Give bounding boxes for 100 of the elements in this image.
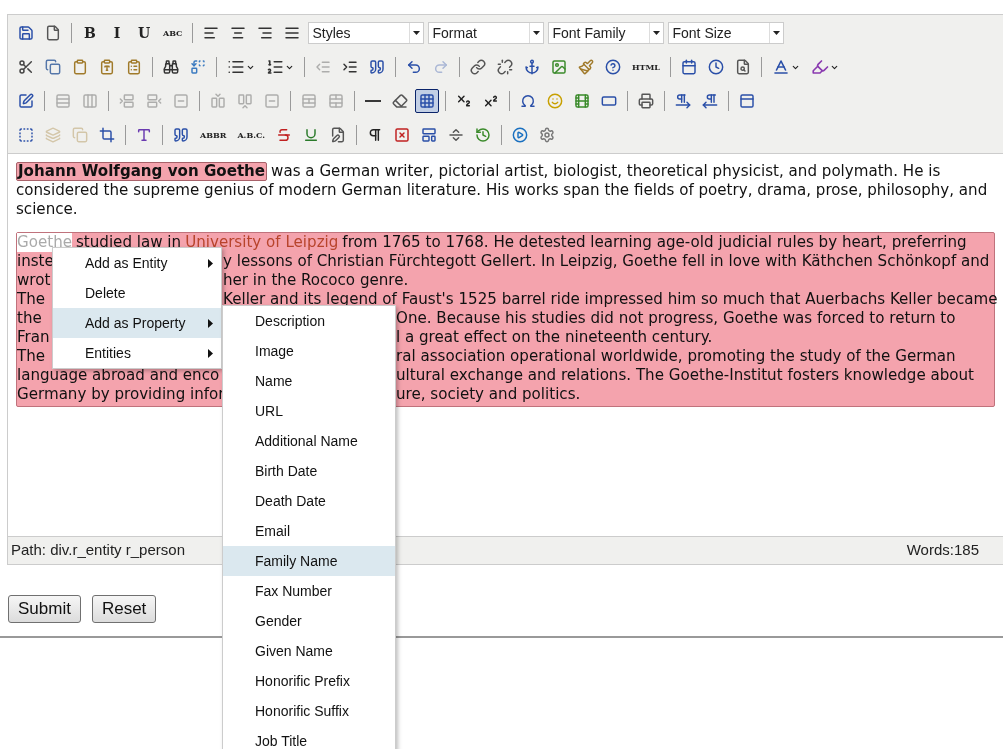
paragraph-text: was a German writer, pictorial artist, biologist, theoretical physicist, and polymath. He is — [271, 162, 941, 181]
format-button[interactable]: HTML — [628, 55, 664, 79]
paragraph-text: The — [17, 347, 46, 365]
preview-icon — [735, 58, 751, 76]
paragraph-text: l a great effect on the nineteenth century. — [396, 328, 713, 347]
menu-item[interactable]: Gender — [223, 606, 395, 636]
eraser-icon — [392, 92, 408, 110]
undo-icon — [406, 58, 422, 76]
paragraph-text: Fran — [17, 328, 50, 346]
clock-icon — [708, 58, 724, 76]
menu-item[interactable]: Name — [223, 366, 395, 396]
smiley-icon — [547, 92, 563, 110]
format-button[interactable]: I — [105, 21, 129, 45]
dropdown-select[interactable]: Format — [428, 22, 545, 44]
merge-cells-icon — [328, 92, 344, 110]
page-break-icon — [447, 126, 464, 144]
link-icon — [470, 58, 486, 76]
delete-column-icon — [264, 92, 280, 110]
insert-column-after-icon — [237, 92, 253, 110]
numbered-list-icon — [266, 58, 284, 76]
image-icon — [551, 58, 567, 76]
table-cell-icon — [82, 92, 98, 110]
submenu-arrow-icon — [208, 258, 213, 268]
menu-item[interactable]: Add as Property — [53, 308, 221, 338]
path-text: Path: div.r_entity r_person — [11, 540, 185, 561]
gear-icon — [538, 126, 555, 144]
delete-row-icon — [173, 92, 189, 110]
template-icon — [420, 126, 437, 144]
paragraph-text: ultural exchange and relations. The Goethe-Institut fosters knowledge about — [396, 366, 975, 385]
layers-icon — [72, 126, 88, 144]
menu-item[interactable]: Job Title — [223, 726, 395, 749]
attributes-icon — [329, 126, 346, 144]
word-count: Words:185 — [906, 540, 979, 561]
paragraph-text: The — [17, 290, 46, 308]
menu-item[interactable]: Delete — [53, 278, 221, 308]
cut-icon — [18, 58, 34, 76]
menu-item[interactable]: Family Name — [223, 546, 395, 576]
underline-icon — [302, 126, 319, 144]
menu-item[interactable]: Email — [223, 516, 395, 546]
document-icon — [45, 24, 61, 42]
nonbreaking-icon — [393, 126, 410, 144]
caret-icon — [533, 31, 541, 35]
dropdown-select[interactable]: Styles — [308, 22, 425, 44]
insert-row-below-icon — [146, 92, 162, 110]
insert-row-above-icon — [119, 92, 135, 110]
paragraph-text: ure, society and politics. — [396, 385, 581, 404]
menu-item[interactable]: Additional Name — [223, 426, 395, 456]
bullet-list-icon — [227, 58, 245, 76]
play-icon — [511, 126, 528, 144]
brush-icon — [578, 58, 594, 76]
dropdown-select[interactable]: Font Family — [548, 22, 665, 44]
paste-list-icon — [126, 58, 142, 76]
paragraph-text: wrot — [17, 271, 51, 289]
format-button[interactable]: A.B.C. — [233, 123, 269, 147]
menu-item[interactable]: Honorific Suffix — [223, 696, 395, 726]
form-button[interactable]: Reset — [91, 595, 157, 623]
menu-item[interactable]: Entities — [53, 338, 221, 368]
crop-icon — [99, 126, 115, 144]
menu-item[interactable]: Honorific Prefix — [223, 666, 395, 696]
format-button[interactable]: ABBR — [196, 123, 231, 147]
menu-item[interactable]: Fax Number — [223, 576, 395, 606]
menu-item[interactable]: Image — [223, 336, 395, 366]
menu-item[interactable]: Description — [223, 306, 395, 336]
layer-icon — [45, 126, 61, 144]
quote-icon — [369, 58, 385, 76]
film-icon — [574, 92, 590, 110]
paragraph-text: language abroad and enco — [17, 366, 220, 384]
paragraph-text: considered the supreme genius of modern German literature. His works span the fields of poetry, drama, prose, philosophy, and — [16, 181, 988, 200]
menu-item[interactable]: Death Date — [223, 486, 395, 516]
paragraph-text: Germany by providing infor — [17, 385, 225, 403]
paragraph-text: One. Because his studies did not progress, Goethe was forced to return to — [396, 309, 956, 328]
paste-icon — [72, 58, 88, 76]
replace-icon — [190, 58, 206, 76]
restore-icon — [474, 126, 491, 144]
table-icon — [419, 92, 435, 110]
table-button[interactable] — [415, 89, 439, 113]
style-icon — [136, 126, 152, 144]
format-button[interactable]: U — [132, 21, 156, 45]
menu-item[interactable]: Birth Date — [223, 456, 395, 486]
format-button[interactable]: ABC — [159, 21, 187, 45]
dashed-square-icon — [18, 126, 34, 144]
dropdown-select[interactable]: Font Size — [668, 22, 785, 44]
menu-item[interactable]: Given Name — [223, 636, 395, 666]
paste-text-icon — [99, 58, 115, 76]
paragraph-text: from 1765 to 1768. He detested learning age-old judicial rules by heart, preferring — [342, 233, 967, 252]
unlink-icon — [497, 58, 513, 76]
strikethrough-icon — [275, 126, 292, 144]
submenu-arrow-icon — [208, 348, 213, 358]
form-button[interactable]: Submit — [8, 595, 81, 623]
format-button[interactable]: B — [78, 21, 102, 45]
omega-icon — [520, 92, 536, 110]
save-icon — [18, 24, 34, 42]
calendar-icon — [681, 58, 697, 76]
submenu-arrow-icon — [208, 318, 213, 328]
redo-icon — [433, 58, 449, 76]
paragraph-text: Keller and its legend of Faust's 1525 barrel ride impressed him so much that Auerbachs Keller became — [223, 290, 998, 309]
paragraph-text: y lessons of Christian Fürchtegott Gellert. In Leipzig, Goethe fell in love with Käthchen Schönkopf and — [223, 252, 990, 271]
menu-item[interactable]: URL — [223, 396, 395, 426]
left-to-right-icon — [675, 92, 691, 110]
help-icon — [605, 58, 621, 76]
